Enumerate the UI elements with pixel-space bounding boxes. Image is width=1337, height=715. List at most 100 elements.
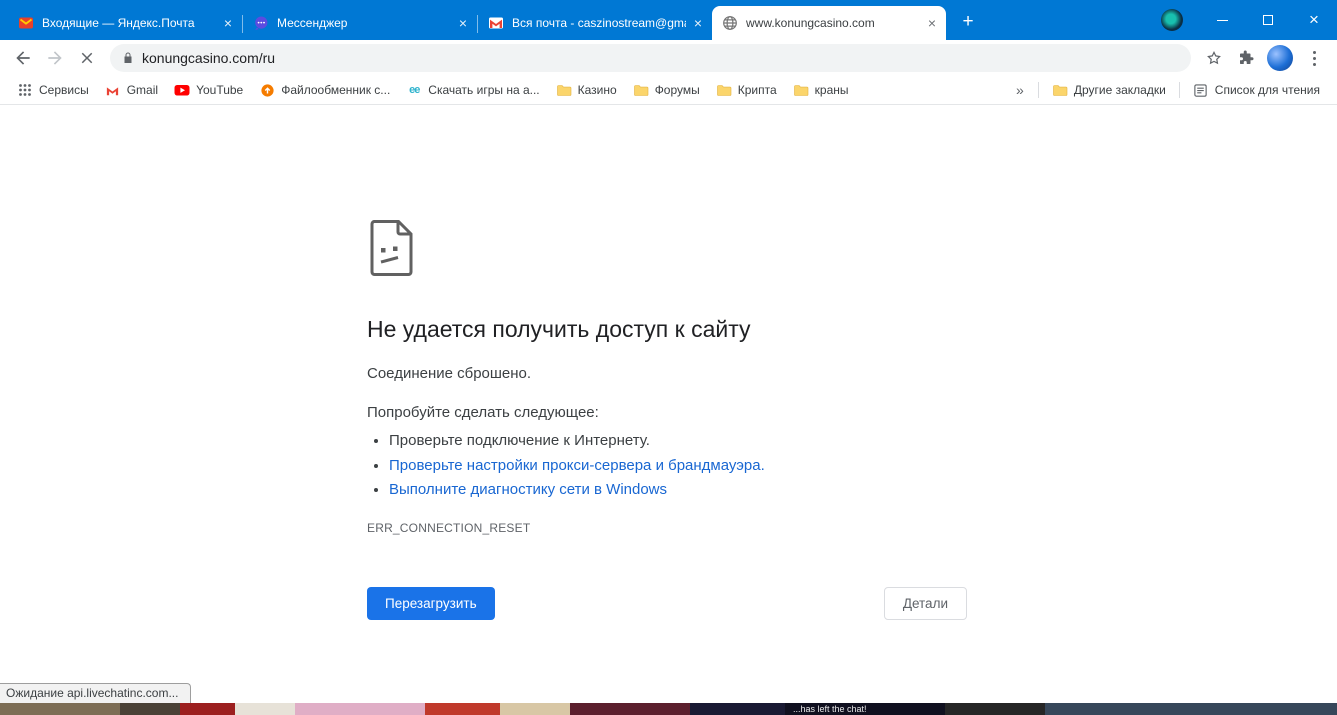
stop-button[interactable] xyxy=(72,43,102,73)
folder-icon xyxy=(556,82,572,98)
services-button[interactable]: Сервисы xyxy=(10,79,96,101)
close-button[interactable]: × xyxy=(1291,0,1337,40)
background-window-strip xyxy=(1045,703,1337,715)
tab-title: Входящие — Яндекс.Почта xyxy=(42,16,216,30)
bookmark-youtube[interactable]: YouTube xyxy=(167,79,250,101)
suggestions-list: Проверьте подключение к Интернету. Прове… xyxy=(367,429,967,503)
menu-button[interactable] xyxy=(1299,43,1329,73)
suggestion-item: Проверьте настройки прокси-сервера и бра… xyxy=(389,454,967,479)
background-window-strip xyxy=(945,703,1045,715)
forward-icon xyxy=(45,48,65,68)
back-button[interactable] xyxy=(8,43,38,73)
background-window-strip xyxy=(120,703,180,715)
titlebar-controls: × xyxy=(1161,0,1337,40)
background-window-strip xyxy=(500,703,570,715)
stop-icon xyxy=(78,49,96,67)
folder-icon xyxy=(633,82,649,98)
bookmark-label: Gmail xyxy=(127,83,158,97)
error-title: Не удается получить доступ к сайту xyxy=(367,316,967,343)
tab-yandex-mail[interactable]: Входящие — Яндекс.Почта × xyxy=(8,6,242,40)
suggestion-item: Выполните диагностику сети в Windows xyxy=(389,478,967,503)
apps-grid-icon xyxy=(17,82,33,98)
extensions-button[interactable] xyxy=(1231,43,1261,73)
profile-avatar[interactable] xyxy=(1267,45,1293,71)
reload-button[interactable]: Перезагрузить xyxy=(367,587,495,620)
media-controls-button[interactable] xyxy=(1161,9,1183,31)
maximize-button[interactable] xyxy=(1245,0,1291,40)
lock-icon[interactable] xyxy=(122,51,134,65)
proxy-settings-link[interactable]: Проверьте настройки прокси-сервера и бра… xyxy=(389,457,765,474)
details-button[interactable]: Детали xyxy=(884,587,967,620)
tab-strip: Входящие — Яндекс.Почта × Мессенджер × xyxy=(0,0,1161,40)
background-window-strip xyxy=(235,703,295,715)
divider xyxy=(1179,82,1180,98)
bookmark-fileshare[interactable]: Файлообменник с... xyxy=(252,79,397,101)
fileshare-icon xyxy=(259,82,275,98)
bookmark-label: Список для чтения xyxy=(1215,83,1320,97)
reading-list-button[interactable]: Список для чтения xyxy=(1186,79,1327,101)
background-window-strip xyxy=(295,703,425,715)
bookmark-games[interactable]: ee Скачать игры на а... xyxy=(399,79,546,101)
gmail-icon xyxy=(105,82,121,98)
tab-close-icon[interactable]: × xyxy=(224,16,232,30)
network-error-panel: Не удается получить доступ к сайту Соеди… xyxy=(367,219,967,620)
tab-close-icon[interactable]: × xyxy=(459,16,467,30)
bookmark-star-button[interactable] xyxy=(1199,43,1229,73)
bookmark-label: Крипта xyxy=(738,83,777,97)
puzzle-icon xyxy=(1237,49,1255,67)
bookmark-label: краны xyxy=(815,83,849,97)
suggestion-text: Проверьте подключение к Интернету. xyxy=(389,432,650,449)
tab-title: Мессенджер xyxy=(277,16,451,30)
background-window-strip xyxy=(0,703,120,715)
divider xyxy=(1038,82,1039,98)
tab-konungcasino[interactable]: www.konungcasino.com × xyxy=(712,6,946,40)
bookmark-label: Другие закладки xyxy=(1074,83,1166,97)
folder-icon xyxy=(716,82,732,98)
bookmark-folder-kazino[interactable]: Казино xyxy=(549,79,624,101)
bookmarks-bar: Сервисы Gmail YouTube Файлообменник с... xyxy=(0,76,1337,105)
suggestion-item: Проверьте подключение к Интернету. xyxy=(389,429,967,454)
new-tab-button[interactable]: + xyxy=(954,8,982,36)
globe-icon xyxy=(722,15,738,31)
bookmark-label: YouTube xyxy=(196,83,243,97)
messenger-icon xyxy=(253,15,269,31)
gmail-icon xyxy=(488,15,504,31)
page-content: Не удается получить доступ к сайту Соеди… xyxy=(0,105,1337,703)
other-bookmarks-button[interactable]: Другие закладки xyxy=(1045,79,1173,101)
kebab-icon xyxy=(1302,51,1326,66)
bookmarks-overflow-button[interactable]: » xyxy=(1008,82,1032,98)
tab-close-icon[interactable]: × xyxy=(694,16,702,30)
bookmark-folder-forums[interactable]: Форумы xyxy=(626,79,707,101)
tab-messenger[interactable]: Мессенджер × xyxy=(243,6,477,40)
sad-file-icon xyxy=(367,219,967,282)
tab-close-icon[interactable]: × xyxy=(928,16,936,30)
folder-icon xyxy=(1052,82,1068,98)
background-chat-text: ...has left the chat! xyxy=(785,703,945,715)
error-message: Соединение сброшено. xyxy=(367,365,967,382)
background-window-strip xyxy=(570,703,690,715)
bookmark-label: Казино xyxy=(578,83,617,97)
bookmark-label: Форумы xyxy=(655,83,700,97)
omnibox[interactable]: konungcasino.com/ru xyxy=(110,44,1191,72)
bookmark-gmail[interactable]: Gmail xyxy=(98,79,165,101)
bookmark-label: Скачать игры на а... xyxy=(428,83,539,97)
suggestions-header: Попробуйте сделать следующее: xyxy=(367,404,967,421)
error-buttons-row: Перезагрузить Детали xyxy=(367,587,967,620)
tab-gmail[interactable]: Вся почта - caszinostream@gma × xyxy=(478,6,712,40)
background-window[interactable]: ...has left the chat! xyxy=(0,703,1337,715)
maximize-icon xyxy=(1263,15,1273,25)
minimize-button[interactable] xyxy=(1199,0,1245,40)
bookmark-folder-crypto[interactable]: Крипта xyxy=(709,79,784,101)
reading-list-icon xyxy=(1193,82,1209,98)
status-bubble: Ожидание api.livechatinc.com... xyxy=(0,683,191,703)
ee-icon: ee xyxy=(406,82,422,98)
network-diagnostics-link[interactable]: Выполните диагностику сети в Windows xyxy=(389,481,667,498)
browser-window: Входящие — Яндекс.Почта × Мессенджер × xyxy=(0,0,1337,703)
tab-title: Вся почта - caszinostream@gma xyxy=(512,16,686,30)
forward-button[interactable] xyxy=(40,43,70,73)
back-icon xyxy=(13,48,33,68)
error-code: ERR_CONNECTION_RESET xyxy=(367,521,967,535)
tab-title: www.konungcasino.com xyxy=(746,16,920,30)
bookmark-folder-faucets[interactable]: краны xyxy=(786,79,856,101)
navigation-toolbar: konungcasino.com/ru xyxy=(0,40,1337,76)
